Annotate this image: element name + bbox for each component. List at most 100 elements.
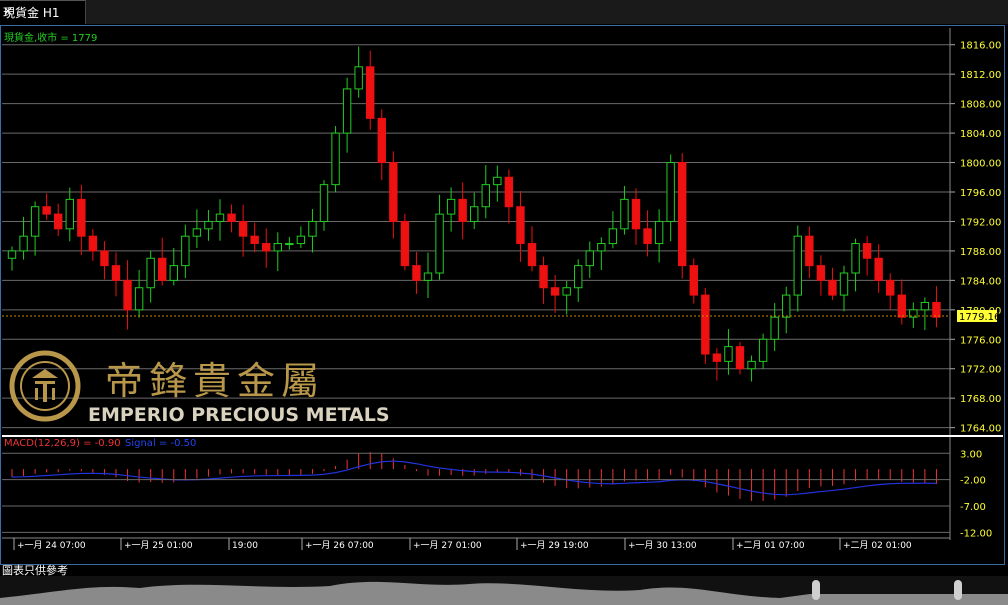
candle-up bbox=[215, 213, 225, 222]
time-tick-label: +一月 30 13:00 bbox=[628, 540, 697, 551]
candle-up bbox=[446, 198, 456, 215]
price-tick-label: 1796.00 bbox=[960, 188, 1001, 199]
candlestick-series bbox=[7, 46, 941, 382]
candle-up bbox=[585, 250, 594, 267]
candle-down bbox=[886, 279, 895, 296]
time-tick-label: +一月 27 01:00 bbox=[413, 540, 482, 551]
candle-up bbox=[146, 257, 155, 289]
candle-down bbox=[458, 198, 467, 222]
scroll-handle-left[interactable] bbox=[812, 580, 820, 600]
candle-down bbox=[250, 235, 259, 245]
candle-down bbox=[412, 265, 421, 281]
candle-down bbox=[550, 287, 560, 296]
macd-tick-label: -7.00 bbox=[960, 502, 986, 513]
time-tick-label: +二月 02 01:00 bbox=[843, 540, 912, 551]
candle-down bbox=[805, 235, 814, 267]
candle-up bbox=[470, 206, 479, 222]
candle-down bbox=[932, 301, 941, 318]
candle-down bbox=[689, 265, 698, 296]
candle-down bbox=[897, 294, 906, 318]
candle-up bbox=[758, 338, 768, 362]
candle-up bbox=[597, 243, 606, 252]
candle-up bbox=[169, 265, 178, 281]
candle-down bbox=[238, 220, 248, 237]
candle-down bbox=[874, 257, 883, 281]
candle-down bbox=[712, 353, 722, 362]
candle-down bbox=[539, 265, 548, 289]
candle-down bbox=[516, 206, 525, 245]
price-tick-label: 1788.00 bbox=[960, 247, 1001, 258]
candle-down bbox=[123, 279, 132, 311]
price-tick-label: 1772.00 bbox=[960, 365, 1001, 376]
candle-up bbox=[204, 220, 213, 230]
candle-up bbox=[793, 235, 802, 296]
candle-down bbox=[643, 228, 652, 245]
price-chart[interactable]: 1816.00 1812.00 1808.00 1804.00 1800.00 1796.… bbox=[0, 0, 1008, 576]
candle-down bbox=[678, 162, 687, 267]
candle-up bbox=[181, 235, 190, 267]
price-tick-label: 1776.00 bbox=[960, 335, 1001, 346]
candle-up bbox=[608, 228, 618, 245]
candle-up bbox=[192, 228, 202, 237]
candle-up bbox=[30, 206, 40, 237]
candle-up bbox=[296, 235, 306, 245]
candle-down bbox=[42, 206, 51, 215]
watermark-chinese: 帝鋒貴金屬 bbox=[105, 359, 325, 403]
candle-down bbox=[816, 265, 826, 281]
price-tick-label: 1816.00 bbox=[960, 41, 1001, 52]
series-label: 現貨金,收市 = 1779 bbox=[4, 31, 97, 44]
candle-down bbox=[77, 198, 86, 237]
candle-down bbox=[862, 243, 872, 259]
candle-up bbox=[839, 272, 849, 296]
time-tick-label: +二月 01 07:00 bbox=[736, 540, 805, 551]
price-tick-label: 1784.00 bbox=[960, 276, 1001, 287]
chart-scrollbar[interactable] bbox=[0, 576, 1008, 605]
candle-up bbox=[19, 235, 28, 252]
candle-up bbox=[319, 184, 329, 222]
candle-up bbox=[747, 360, 756, 370]
price-tick-label: 1800.00 bbox=[960, 159, 1001, 170]
candle-down bbox=[828, 279, 837, 296]
candle-down bbox=[100, 250, 109, 267]
candle-down bbox=[88, 235, 98, 252]
candle-up bbox=[666, 162, 675, 222]
candle-up bbox=[285, 243, 294, 246]
candle-up bbox=[342, 88, 352, 134]
candle-up bbox=[851, 243, 860, 274]
last-price-value: 1779.16 bbox=[959, 312, 1000, 323]
time-axis: +一月 24 07:00 +一月 25 01:00 19:00 +一月 26 07:0… bbox=[2, 537, 950, 551]
macd-tick-label: 3.00 bbox=[960, 449, 982, 460]
candle-down bbox=[111, 265, 121, 281]
candle-up bbox=[782, 294, 791, 318]
price-tick-label: 1812.00 bbox=[960, 70, 1001, 81]
candle-down bbox=[158, 257, 167, 281]
candle-down bbox=[389, 162, 398, 222]
watermark-english: EMPERIO PRECIOUS METALS bbox=[88, 404, 390, 426]
scroll-handle-right[interactable] bbox=[954, 580, 962, 600]
macd-axis: 3.00 -2.00 -7.00 -12.00 bbox=[2, 449, 992, 539]
candle-up bbox=[493, 176, 502, 186]
candle-up bbox=[724, 346, 733, 362]
price-tick-label: 1768.00 bbox=[960, 394, 1001, 405]
time-tick-label: 19:00 bbox=[232, 541, 258, 551]
price-axis: 1816.00 1812.00 1808.00 1804.00 1800.00 1796.… bbox=[949, 28, 1001, 540]
signal-label: Signal = -0.50 bbox=[125, 438, 196, 449]
candle-down bbox=[262, 243, 271, 252]
macd-tick-label: -12.00 bbox=[960, 528, 992, 539]
candle-down bbox=[54, 213, 63, 230]
candle-up bbox=[654, 220, 664, 245]
candle-down bbox=[400, 220, 410, 267]
candle-up bbox=[308, 220, 317, 237]
candle-down bbox=[227, 213, 236, 222]
candle-up bbox=[134, 287, 144, 311]
candle-down bbox=[701, 294, 710, 355]
candle-down bbox=[631, 198, 641, 230]
time-tick-label: +一月 26 07:00 bbox=[305, 540, 374, 551]
time-tick-label: +一月 25 01:00 bbox=[124, 540, 193, 551]
candle-up bbox=[920, 301, 930, 311]
candle-down bbox=[366, 66, 375, 119]
macd-label: MACD(12,26,9) = -0.90 bbox=[4, 438, 121, 449]
candle-down bbox=[735, 346, 745, 370]
candle-down bbox=[527, 243, 537, 267]
candle-up bbox=[354, 66, 363, 90]
